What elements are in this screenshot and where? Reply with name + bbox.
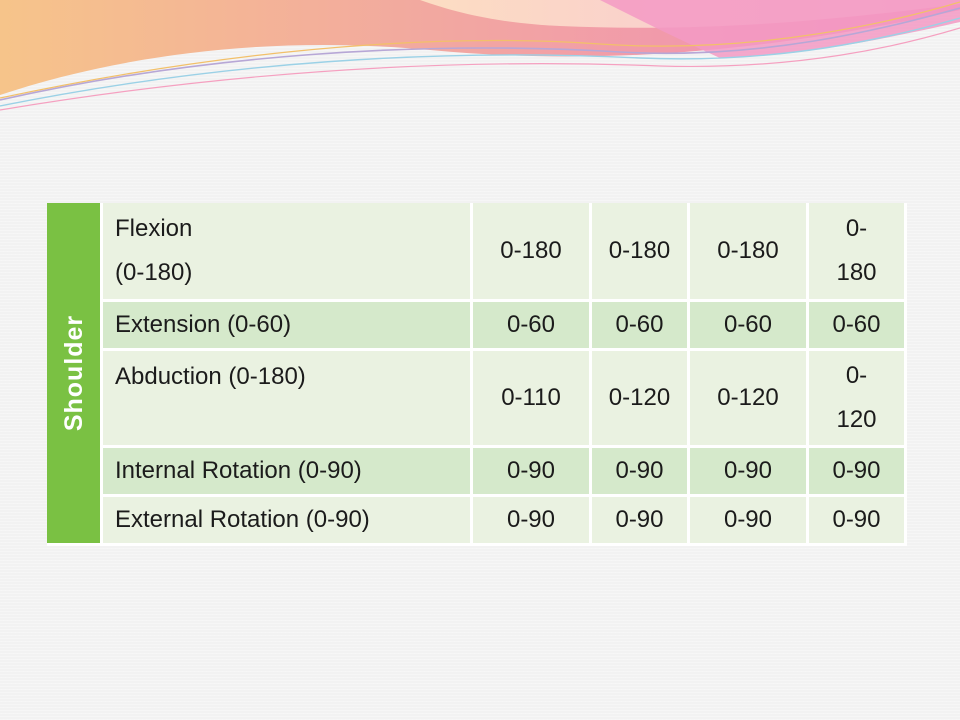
value-cell: 0-180 <box>471 203 592 302</box>
value-cell: 0-90 <box>590 446 690 497</box>
value-cell: 0- 120 <box>807 349 907 448</box>
value-line1: 0- <box>845 214 868 242</box>
shoulder-range-of-motion-table: Shoulder Flexion (0-180) 0-180 0-180 0-1… <box>47 203 907 546</box>
value-cell: 0-110 <box>471 349 592 448</box>
value-line2: 180 <box>836 258 877 286</box>
value-cell: 0-120 <box>688 349 809 448</box>
table-row: External Rotation (0-90) 0-90 0-90 0-90 … <box>47 495 907 546</box>
value-line1: 0- <box>845 361 868 389</box>
value-cell: 0-90 <box>590 495 690 546</box>
value-cell: 0-60 <box>471 300 592 351</box>
table-row: Internal Rotation (0-90) 0-90 0-90 0-90 … <box>47 446 907 497</box>
value-cell: 0-90 <box>471 495 592 546</box>
value-cell: 0-180 <box>590 203 690 302</box>
value-cell: 0-90 <box>688 446 809 497</box>
measure-cell: External Rotation (0-90) <box>101 495 473 546</box>
table-row: Abduction (0-180) 0-110 0-120 0-120 0- 1… <box>47 349 907 448</box>
decorative-header-waves <box>0 0 960 111</box>
value-cell: 0-60 <box>807 300 907 351</box>
value-cell: 0-60 <box>688 300 809 351</box>
group-label: Shoulder <box>59 314 88 431</box>
table-row: Shoulder Flexion (0-180) 0-180 0-180 0-1… <box>47 203 907 546</box>
measure-cell: Extension (0-60) <box>101 300 473 351</box>
value-cell: 0-90 <box>471 446 592 497</box>
value-cell: 0-90 <box>807 495 907 546</box>
value-cell: 0-90 <box>688 495 809 546</box>
measure-cell: Abduction (0-180) <box>101 349 473 448</box>
value-cell: 0- 180 <box>807 203 907 302</box>
group-cell-shoulder: Shoulder <box>47 203 103 546</box>
measure-label-line2: (0-180) <box>115 258 193 286</box>
value-cell: 0-60 <box>590 300 690 351</box>
measure-label-line1: Flexion <box>115 214 193 242</box>
table-row: Extension (0-60) 0-60 0-60 0-60 0-60 <box>47 300 907 351</box>
value-cell: 0-180 <box>688 203 809 302</box>
value-line2: 120 <box>836 405 877 433</box>
value-cell: 0-120 <box>590 349 690 448</box>
measure-cell: Internal Rotation (0-90) <box>101 446 473 497</box>
value-cell: 0-90 <box>807 446 907 497</box>
measure-cell: Flexion (0-180) <box>101 203 473 302</box>
